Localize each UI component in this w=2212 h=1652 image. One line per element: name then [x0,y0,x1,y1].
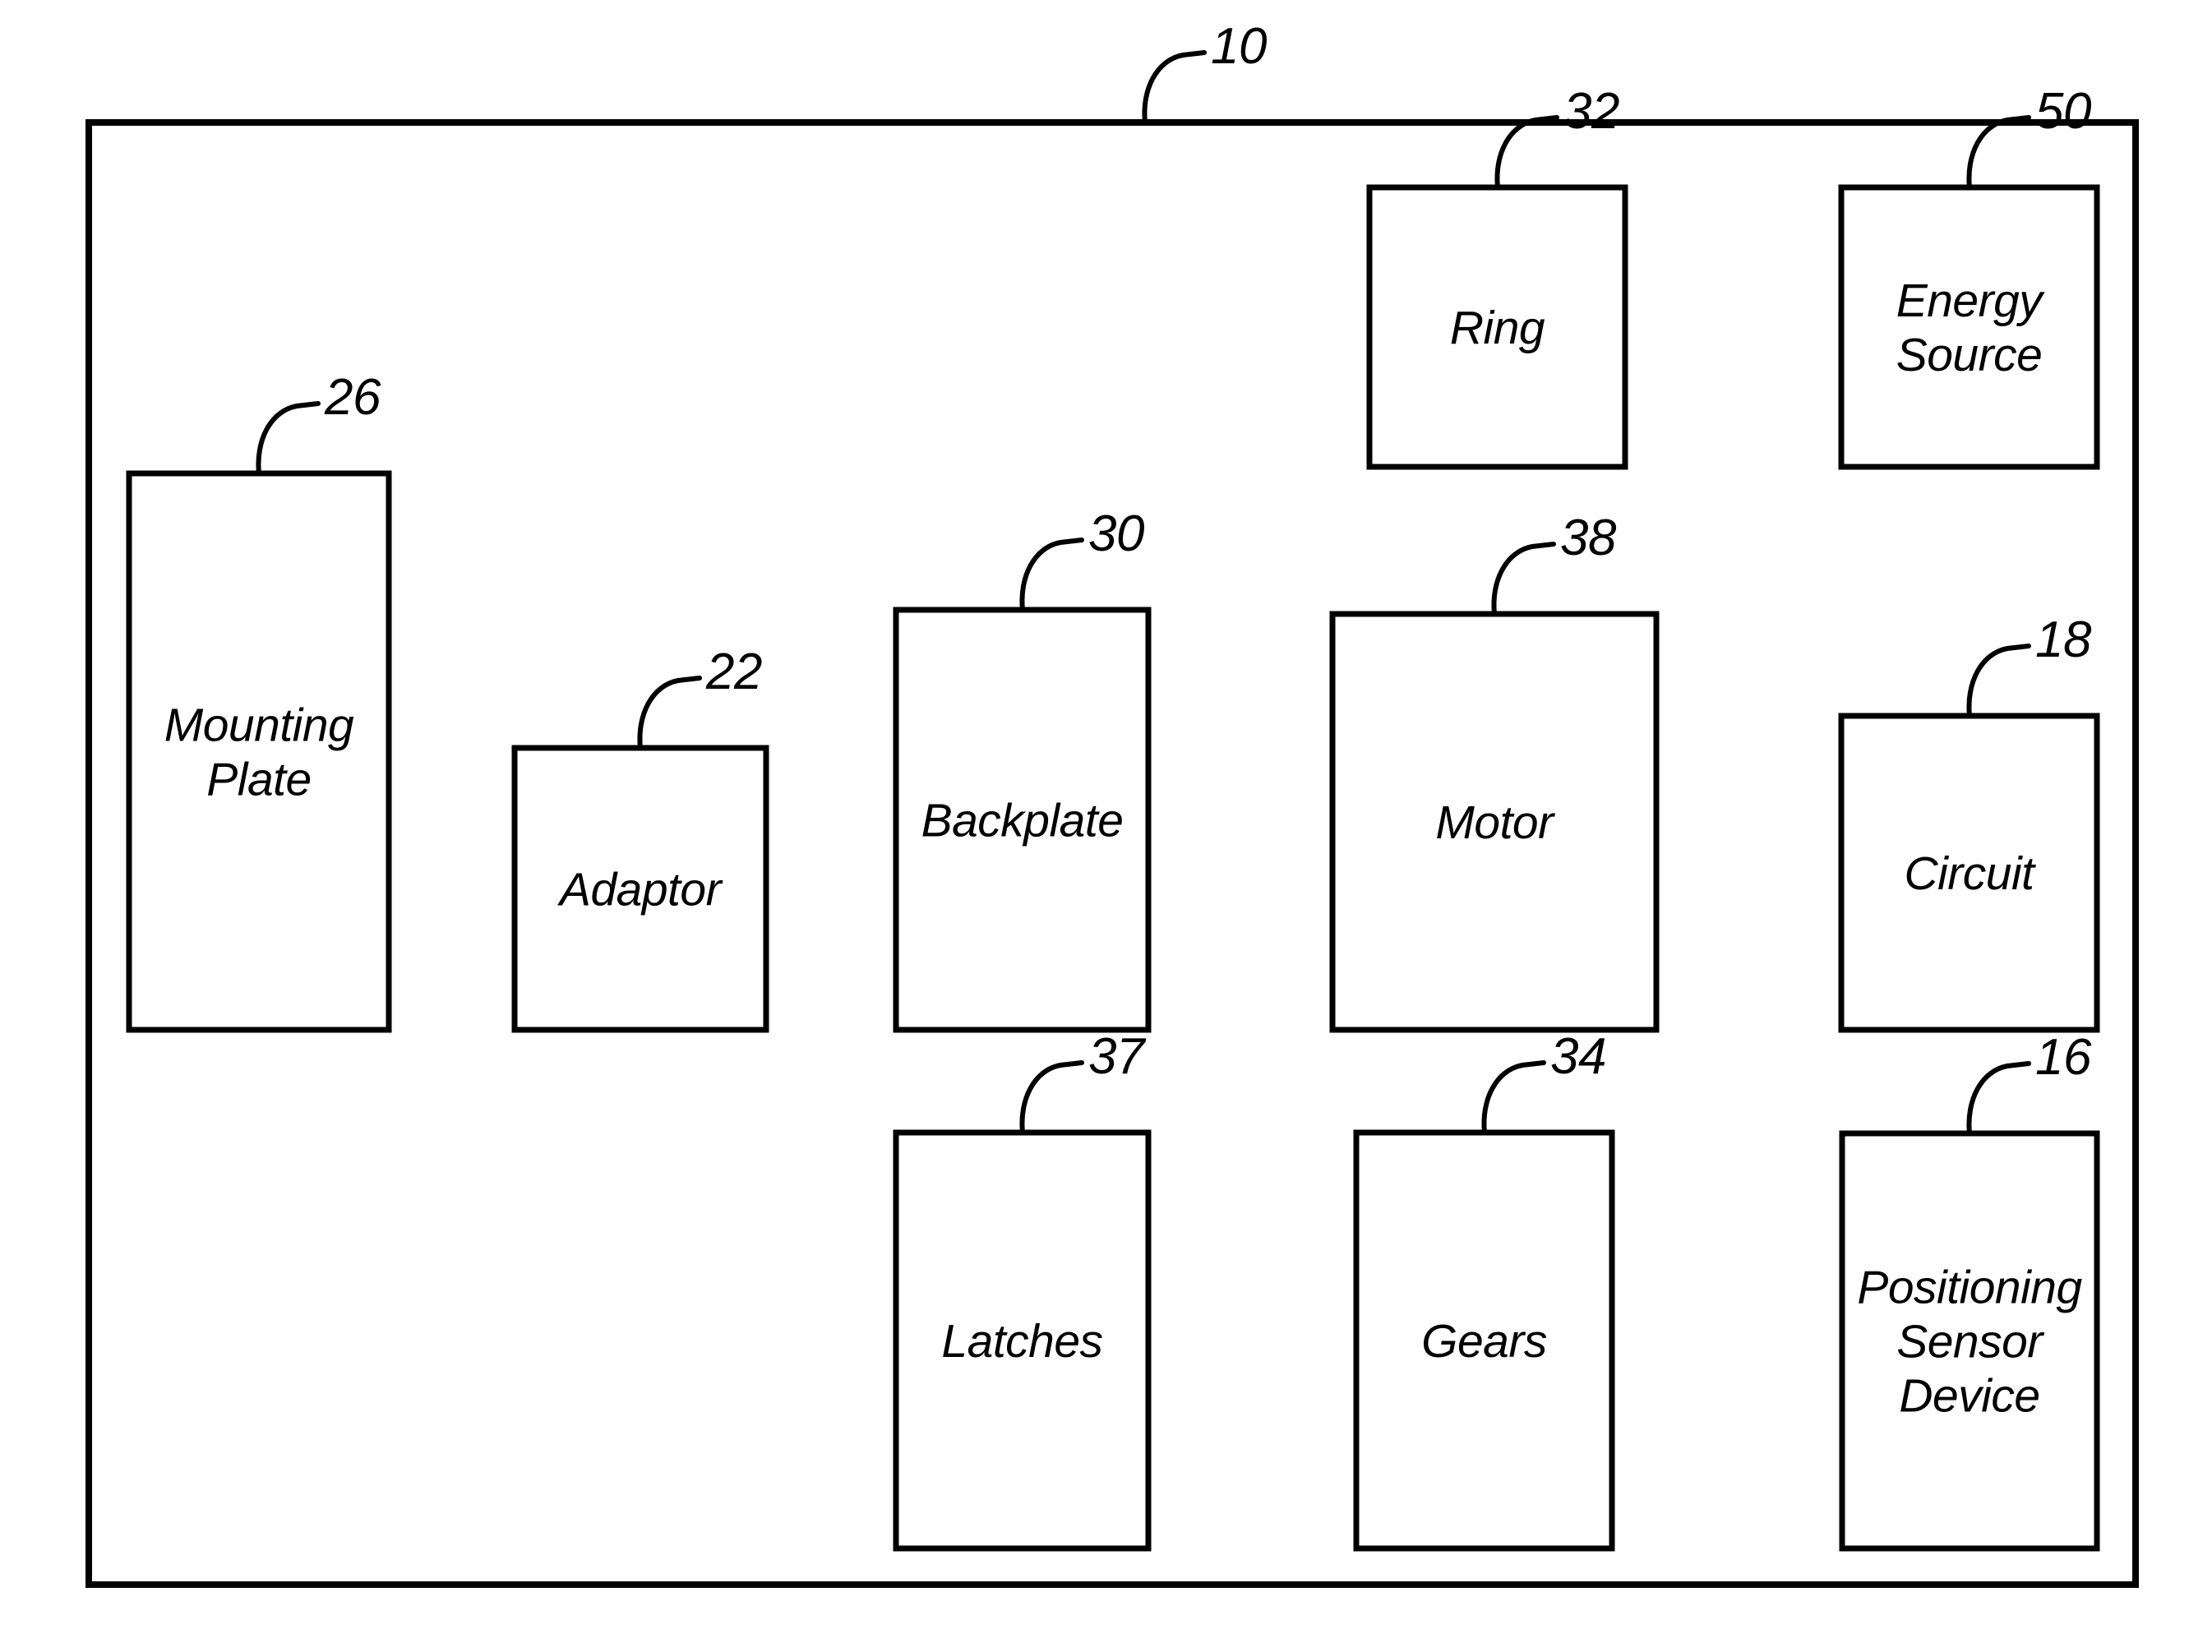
block-gears: 34 Gears [1353,1028,1615,1552]
block-label-latches: Latches [941,1315,1102,1368]
block-label-line: Mounting [164,699,354,752]
block-label-line: Backplate [921,795,1124,847]
block-label-positioning-sensor-device: Positioning Sensor Device [1857,1262,2082,1423]
reference-number-16: 16 [2035,1029,2092,1086]
block-label-line: Latches [941,1315,1102,1368]
block-label-motor: Motor [1435,796,1555,849]
block-latches: 37 Latches [893,1028,1152,1552]
leader-line-38 [1491,542,1556,616]
block-adaptor: 22 Adaptor [511,644,769,1033]
leader-line-16 [1966,1061,2031,1136]
block-ring: 32 Ring [1366,83,1628,470]
block-label-line: Energy [1896,275,2046,327]
block-label-line: Positioning [1857,1262,2082,1314]
block-label-mounting-plate: Mounting Plate [164,699,354,806]
block-label-line: Sensor [1896,1316,2044,1368]
block-circuit: 18 Circuit [1838,611,2100,1033]
block-label-line: Circuit [1904,847,2036,900]
leader-line-37 [1019,1060,1084,1135]
reference-number-38: 38 [1560,510,1617,566]
block-backplate: 30 Backplate [893,505,1152,1033]
patent-block-diagram: 10 26 Mounting Plate 22 Adaptor 30 Backplate 38 M… [0,0,2212,1652]
block-positioning-sensor-device: 16 Positioning Sensor Device [1839,1029,2100,1552]
reference-number-50: 50 [2035,83,2091,140]
block-label-line: Source [1896,329,2043,381]
block-label-energy-source: Energy Source [1896,275,2046,381]
diagram-canvas: 10 26 Mounting Plate 22 Adaptor 30 Backplate 38 M… [85,18,2139,1588]
leader-line-18 [1966,644,2031,718]
leader-line-50 [1966,115,2031,190]
leader-line-30 [1019,538,1084,612]
reference-number-30: 30 [1088,505,1144,562]
block-label-line: Ring [1450,302,1545,354]
outer-assembly-frame [85,119,2139,1588]
leader-line-26 [256,401,321,476]
reference-number-34: 34 [1550,1028,1606,1085]
reference-number-32: 32 [1563,83,1619,140]
block-label-backplate: Backplate [921,795,1124,847]
block-label-line: Device [1899,1370,2039,1423]
block-label-adaptor: Adaptor [557,864,723,916]
leader-line-22 [637,676,702,750]
block-label-line: Gears [1421,1315,1547,1368]
block-label-ring: Ring [1450,302,1545,354]
reference-number-37: 37 [1088,1028,1147,1085]
block-label-line: Motor [1435,796,1555,849]
reference-number-10: 10 [1211,18,1267,75]
reference-number-18: 18 [2035,611,2092,668]
block-motor: 38 Motor [1329,510,1660,1033]
block-energy-source: 50 Energy Source [1838,83,2100,470]
block-label-line: Adaptor [557,864,723,916]
reference-number-22: 22 [705,644,762,700]
reference-number-26: 26 [324,369,381,426]
leader-line-34 [1481,1060,1546,1135]
block-outline-mounting-plate [126,470,392,1033]
block-mounting-plate: 26 Mounting Plate [126,369,392,1033]
block-outline-energy-source [1838,184,2100,470]
leader-line-10 [1142,50,1207,125]
block-label-circuit: Circuit [1904,847,2036,900]
block-label-gears: Gears [1421,1315,1547,1368]
leader-line-32 [1494,115,1559,190]
block-label-line: Plate [206,754,311,806]
